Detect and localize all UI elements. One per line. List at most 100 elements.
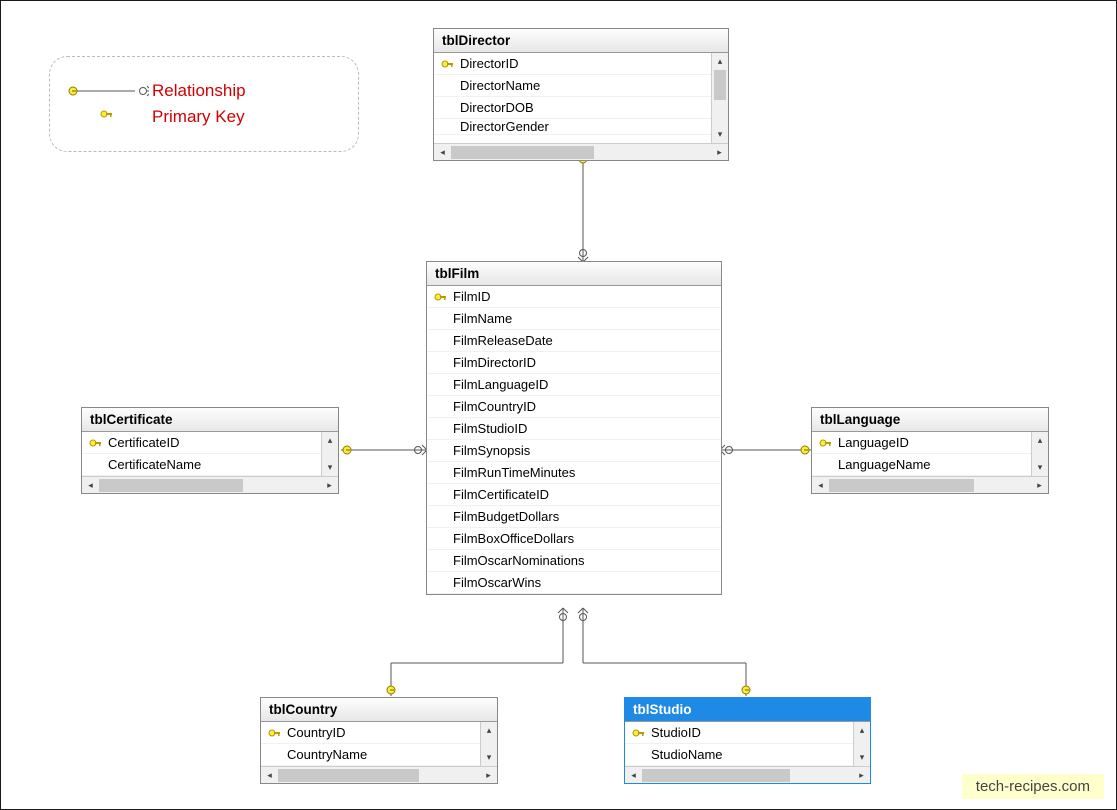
column-row[interactable]: DirectorGender <box>434 119 711 135</box>
column-row[interactable]: FilmID <box>427 286 721 308</box>
column-row[interactable]: StudioName <box>625 744 853 766</box>
primary-key-icon <box>431 292 451 302</box>
scroll-up-icon[interactable]: ▴ <box>712 53 728 70</box>
table-certificate[interactable]: tblCertificate CertificateID CertificateN… <box>81 407 339 494</box>
horizontal-scrollbar[interactable]: ◂ ▸ <box>625 766 870 783</box>
column-row[interactable]: FilmBoxOfficeDollars <box>427 528 721 550</box>
table-header[interactable]: tblLanguage <box>812 408 1048 432</box>
column-name: FilmBoxOfficeDollars <box>451 531 721 546</box>
scroll-left-icon[interactable]: ◂ <box>625 767 642 784</box>
scroll-right-icon[interactable]: ▸ <box>480 767 497 784</box>
column-row[interactable]: CountryID <box>261 722 480 744</box>
scroll-right-icon[interactable]: ▸ <box>1031 477 1048 494</box>
scroll-up-icon[interactable]: ▴ <box>322 432 338 449</box>
horizontal-scrollbar[interactable]: ◂ ▸ <box>434 143 728 160</box>
column-name: FilmDirectorID <box>451 355 721 370</box>
column-row[interactable]: FilmSynopsis <box>427 440 721 462</box>
column-name: FilmCertificateID <box>451 487 721 502</box>
primary-key-icon <box>816 438 836 448</box>
vertical-scrollbar[interactable]: ▴ ▾ <box>1031 432 1048 476</box>
column-name: FilmID <box>451 289 721 304</box>
vertical-scrollbar[interactable]: ▴ ▾ <box>321 432 338 476</box>
column-row[interactable]: StudioID <box>625 722 853 744</box>
scroll-right-icon[interactable]: ▸ <box>711 144 728 161</box>
horizontal-scrollbar[interactable]: ◂ ▸ <box>261 766 497 783</box>
table-director[interactable]: tblDirector DirectorID DirectorName Direct… <box>433 28 729 161</box>
scroll-down-icon[interactable]: ▾ <box>481 749 497 766</box>
primary-key-icon <box>265 728 285 738</box>
column-row[interactable]: FilmCertificateID <box>427 484 721 506</box>
column-name: FilmBudgetDollars <box>451 509 721 524</box>
column-name: FilmSynopsis <box>451 443 721 458</box>
column-row[interactable]: FilmStudioID <box>427 418 721 440</box>
scroll-up-icon[interactable]: ▴ <box>481 722 497 739</box>
column-row[interactable]: FilmReleaseDate <box>427 330 721 352</box>
column-row[interactable]: CertificateName <box>82 454 321 476</box>
scroll-up-icon[interactable]: ▴ <box>854 722 870 739</box>
table-header[interactable]: tblStudio <box>625 698 870 722</box>
column-name: StudioID <box>649 725 853 740</box>
column-name: CountryName <box>285 747 480 762</box>
column-row[interactable]: CertificateID <box>82 432 321 454</box>
column-row[interactable]: LanguageName <box>812 454 1031 476</box>
column-row[interactable]: FilmRunTimeMinutes <box>427 462 721 484</box>
scroll-down-icon[interactable]: ▾ <box>322 459 338 476</box>
diagram-canvas: Relationship Primary Key tblDirector Dir… <box>0 0 1117 810</box>
scroll-left-icon[interactable]: ◂ <box>812 477 829 494</box>
table-language[interactable]: tblLanguage LanguageID LanguageName ▴ ▾ ◂… <box>811 407 1049 494</box>
scroll-down-icon[interactable]: ▾ <box>854 749 870 766</box>
column-name: CertificateID <box>106 435 321 450</box>
scroll-down-icon[interactable]: ▾ <box>712 126 728 143</box>
column-name: LanguageName <box>836 457 1031 472</box>
column-name: CertificateName <box>106 457 321 472</box>
column-name: StudioName <box>649 747 853 762</box>
primary-key-icon <box>438 59 458 69</box>
scroll-right-icon[interactable]: ▸ <box>853 767 870 784</box>
scroll-up-icon[interactable]: ▴ <box>1032 432 1048 449</box>
watermark: tech-recipes.com <box>962 774 1104 799</box>
table-country[interactable]: tblCountry CountryID CountryName ▴ ▾ ◂ ▸ <box>260 697 498 784</box>
legend-relationship: Relationship <box>62 81 346 101</box>
column-row[interactable]: FilmOscarWins <box>427 572 721 594</box>
primary-key-icon <box>86 438 106 448</box>
column-row[interactable]: FilmBudgetDollars <box>427 506 721 528</box>
column-name: DirectorName <box>458 78 711 93</box>
table-film[interactable]: tblFilm FilmID FilmName FilmReleaseDate Fil… <box>426 261 722 595</box>
column-name: FilmRunTimeMinutes <box>451 465 721 480</box>
table-header[interactable]: tblCountry <box>261 698 497 722</box>
column-name: DirectorGender <box>458 119 711 134</box>
column-row[interactable]: DirectorName <box>434 75 711 97</box>
column-row[interactable]: FilmName <box>427 308 721 330</box>
column-row[interactable]: FilmOscarNominations <box>427 550 721 572</box>
table-header[interactable]: tblDirector <box>434 29 728 53</box>
column-row[interactable]: CountryName <box>261 744 480 766</box>
column-row[interactable]: LanguageID <box>812 432 1031 454</box>
legend-relationship-label: Relationship <box>152 81 246 101</box>
vertical-scrollbar[interactable]: ▴ ▾ <box>853 722 870 766</box>
primary-key-icon <box>629 728 649 738</box>
column-name: FilmReleaseDate <box>451 333 721 348</box>
table-header[interactable]: tblCertificate <box>82 408 338 432</box>
scroll-left-icon[interactable]: ◂ <box>82 477 99 494</box>
legend-primarykey: Primary Key <box>62 107 346 127</box>
column-name: DirectorDOB <box>458 100 711 115</box>
column-name: FilmLanguageID <box>451 377 721 392</box>
column-row[interactable]: DirectorDOB <box>434 97 711 119</box>
scroll-left-icon[interactable]: ◂ <box>261 767 278 784</box>
vertical-scrollbar[interactable]: ▴ ▾ <box>480 722 497 766</box>
column-row[interactable]: DirectorID <box>434 53 711 75</box>
horizontal-scrollbar[interactable]: ◂ ▸ <box>812 476 1048 493</box>
table-studio[interactable]: tblStudio StudioID StudioName ▴ ▾ ◂ ▸ <box>624 697 871 784</box>
column-row[interactable]: FilmLanguageID <box>427 374 721 396</box>
scroll-down-icon[interactable]: ▾ <box>1032 459 1048 476</box>
column-name: LanguageID <box>836 435 1031 450</box>
column-row[interactable]: FilmCountryID <box>427 396 721 418</box>
scroll-left-icon[interactable]: ◂ <box>434 144 451 161</box>
horizontal-scrollbar[interactable]: ◂ ▸ <box>82 476 338 493</box>
column-row[interactable]: FilmDirectorID <box>427 352 721 374</box>
vertical-scrollbar[interactable]: ▴ ▾ <box>711 53 728 143</box>
column-name: FilmCountryID <box>451 399 721 414</box>
table-header[interactable]: tblFilm <box>427 262 721 286</box>
legend-box: Relationship Primary Key <box>49 56 359 152</box>
scroll-right-icon[interactable]: ▸ <box>321 477 338 494</box>
